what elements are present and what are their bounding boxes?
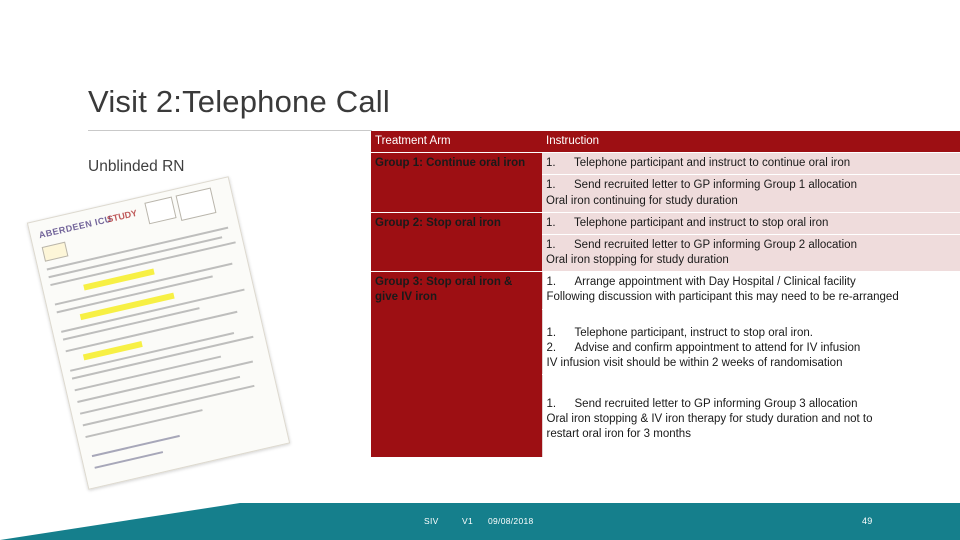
table-row: Group 3: Stop oral iron & give IV iron 1… <box>371 271 960 458</box>
arm-group-1: Group 1: Continue oral iron <box>371 152 542 213</box>
instruction-line: 1. Send recruited letter to GP informing … <box>546 238 960 253</box>
instruction-line: 2. Advise and confirm appointment to atte… <box>547 341 960 356</box>
list-number: 1. <box>546 179 556 192</box>
header-instruction: Instruction <box>542 131 960 154</box>
page-title: Visit 2:Telephone Call <box>88 84 390 119</box>
instruction-line: Oral iron stopping for study duration <box>546 254 729 267</box>
instruction-line: Following discussion with participant th… <box>546 291 899 304</box>
instruction-line: Oral iron continuing for study duration <box>546 194 738 207</box>
list-text: Send recruited letter to GP informing Gr… <box>574 179 857 192</box>
table-row: Group 1: Continue oral iron 1. Telephone … <box>371 152 960 213</box>
header-treatment-arm: Treatment Arm <box>371 131 542 154</box>
instruction-line: Oral iron stopping & IV iron therapy for… <box>546 413 873 426</box>
photo-header-left: ABERDEEN ICU <box>37 213 113 241</box>
instruction-cell: 1. Send recruited letter to GP informing … <box>541 374 960 458</box>
arm-group-2: Group 2: Stop oral iron <box>371 212 542 273</box>
table-row: Group 2: Stop oral iron 1. Telephone part… <box>371 212 960 273</box>
instruction-line: IV infusion visit should be within 2 wee… <box>546 356 843 369</box>
list-text: Send recruited letter to GP informing Gr… <box>574 398 858 411</box>
list-text: Advise and confirm appointment to attend… <box>574 341 861 354</box>
instruction-line: 1. Telephone participant and instruct to … <box>546 216 960 231</box>
subtitle: Unblinded RN <box>88 158 185 175</box>
slide-number: 49 <box>862 516 873 526</box>
list-text: Arrange appointment with Day Hospital / … <box>574 276 856 289</box>
list-number: 1. <box>546 326 557 339</box>
instruction-cell: 1. Send recruited letter to GP informing … <box>542 234 960 273</box>
photo-box-1 <box>144 196 177 225</box>
arm-group-3: Group 3: Stop oral iron & give IV iron <box>371 271 542 458</box>
instruction-cell: 1. Telephone participant and instruct to … <box>542 212 960 235</box>
scanned-page: ABERDEEN ICU STUDY <box>26 176 291 490</box>
footer-date: 09/08/2018 <box>488 516 534 526</box>
instruction-line: 1. Telephone participant, instruct to sto… <box>547 326 960 341</box>
instruction-cell: 1. Telephone participant, instruct to sto… <box>541 309 960 376</box>
title-divider <box>88 130 372 131</box>
instruction-cell: 1. Arrange appointment with Day Hospital … <box>541 271 960 310</box>
list-number: 1. <box>546 398 557 411</box>
list-text: Send recruited letter to GP informing Gr… <box>574 238 857 251</box>
instruction-cell: 1. Send recruited letter to GP informing … <box>542 174 960 213</box>
list-text: Telephone participant and instruct to st… <box>574 216 829 229</box>
list-number: 1. <box>546 238 556 251</box>
instruction-line: 1. Send recruited letter to GP informing … <box>547 397 960 412</box>
photo-header-right: STUDY <box>106 207 139 225</box>
footer-version: V1 <box>462 516 473 526</box>
photo-box-2 <box>175 187 217 221</box>
footer-band-notch <box>0 503 240 540</box>
instruction-line: 1. Telephone participant and instruct to … <box>546 156 960 171</box>
table-header-row: Treatment Arm Instruction <box>371 131 960 154</box>
list-text: Telephone participant and instruct to co… <box>574 157 851 170</box>
list-text: Telephone participant, instruct to stop … <box>574 326 813 339</box>
list-number: 1. <box>546 157 556 170</box>
list-number: 2. <box>546 341 557 354</box>
slide: Visit 2:Telephone Call Unblinded RN ABER… <box>0 0 960 540</box>
instruction-line: 1. Arrange appointment with Day Hospital … <box>547 275 960 290</box>
list-number: 1. <box>546 216 556 229</box>
instruction-table: Treatment Arm Instruction Group 1: Conti… <box>371 131 960 458</box>
photo-box-3 <box>41 241 69 262</box>
instruction-line: 1. Send recruited letter to GP informing … <box>546 178 960 193</box>
instruction-cell: 1. Telephone participant and instruct to … <box>542 152 960 176</box>
list-number: 1. <box>546 276 557 289</box>
footer-site: SIV <box>424 516 439 526</box>
document-photo: ABERDEEN ICU STUDY <box>26 176 325 496</box>
instruction-line: restart oral iron for 3 months <box>546 428 691 441</box>
